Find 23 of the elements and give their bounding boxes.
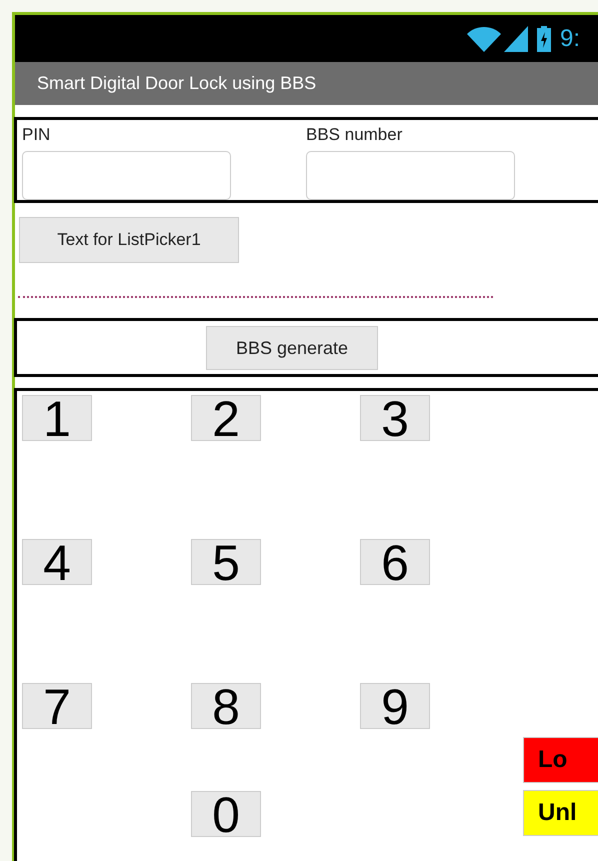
signal-icon [504, 26, 528, 52]
keypad-key[interactable]: 8 [191, 683, 261, 729]
status-time: 9: [560, 24, 580, 52]
field-label: BBS number [306, 125, 404, 146]
lock-button[interactable]: Lo [523, 737, 598, 783]
keypad-key[interactable]: 9 [360, 683, 430, 729]
keypad-key[interactable]: 5 [191, 539, 261, 585]
lock-button[interactable]: Unl [523, 790, 598, 836]
keypad-key[interactable]: 2 [191, 395, 261, 441]
keypad-key[interactable]: 3 [360, 395, 430, 441]
keypad-key[interactable]: 6 [360, 539, 430, 585]
wifi-icon [467, 26, 501, 52]
battery-icon [537, 26, 551, 52]
keypad-key[interactable]: 7 [22, 683, 92, 729]
list-picker-button[interactable]: Text for ListPicker1 [19, 217, 239, 263]
input-field[interactable] [22, 150, 231, 200]
keypad-key[interactable]: 1 [22, 395, 92, 441]
generate-button[interactable]: BBS generate [206, 326, 378, 370]
input-field[interactable] [306, 150, 515, 200]
keypad-key[interactable]: 4 [22, 539, 92, 585]
keypad-key[interactable]: 0 [191, 791, 261, 837]
app-title: Smart Digital Door Lock using BBS [37, 73, 316, 94]
field-label: PIN [22, 125, 52, 146]
